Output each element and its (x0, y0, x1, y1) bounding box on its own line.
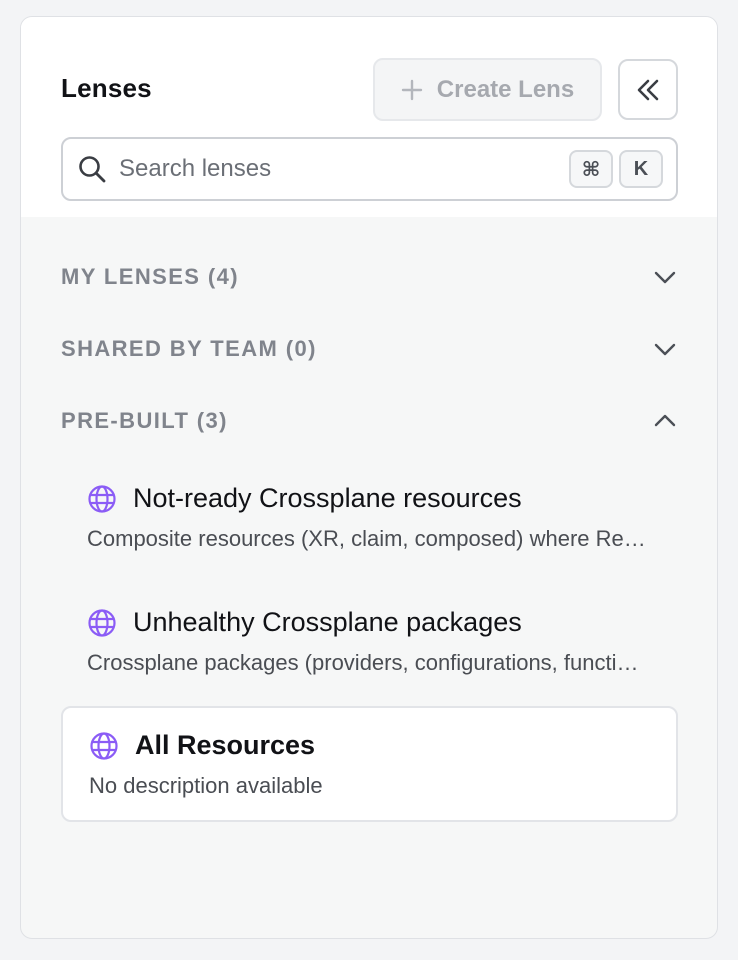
chevron-down-icon (654, 271, 676, 284)
section-my-lenses[interactable]: MY LENSES (4) (61, 257, 678, 297)
shortcut-key: K (619, 150, 663, 188)
lens-item[interactable]: Unhealthy Crossplane packages Crossplane… (61, 585, 678, 701)
globe-icon (88, 484, 116, 513)
lens-item-selected[interactable]: All Resources No description available (61, 706, 678, 822)
shortcut-modifier-key: ⌘ (569, 150, 613, 188)
lens-name: Not-ready Crossplane resources (133, 483, 522, 513)
lens-name: All Resources (135, 730, 316, 760)
create-lens-button[interactable]: Create Lens (373, 58, 602, 121)
section-label: SHARED BY TEAM (0) (61, 336, 317, 361)
plus-icon (401, 79, 422, 100)
chevron-up-icon (654, 414, 676, 427)
lenses-panel: Lenses Create Lens ⌘ K MY LENSES (4) SHA… (20, 16, 718, 939)
collapse-panel-button[interactable] (618, 59, 678, 120)
page-title: Lenses (61, 73, 152, 103)
search-field[interactable]: ⌘ K (61, 137, 678, 201)
globe-icon (88, 608, 116, 637)
lens-description: Crossplane packages (providers, configur… (87, 650, 647, 675)
search-input[interactable] (119, 155, 559, 183)
section-pre-built[interactable]: PRE-BUILT (3) (61, 401, 678, 441)
lens-description: No description available (89, 773, 323, 798)
section-label: MY LENSES (4) (61, 264, 239, 289)
section-shared-by-team[interactable]: SHARED BY TEAM (0) (61, 329, 678, 369)
lens-item[interactable]: Not-ready Crossplane resources Composite… (61, 461, 678, 577)
create-lens-label: Create Lens (436, 75, 575, 103)
lens-description: Composite resources (XR, claim, composed… (87, 526, 647, 551)
lens-name: Unhealthy Crossplane packages (133, 607, 522, 637)
chevron-down-icon (654, 343, 676, 356)
globe-icon (90, 731, 118, 760)
search-icon (79, 156, 106, 183)
double-chevron-left-icon (637, 79, 659, 100)
section-label: PRE-BUILT (3) (61, 408, 228, 433)
